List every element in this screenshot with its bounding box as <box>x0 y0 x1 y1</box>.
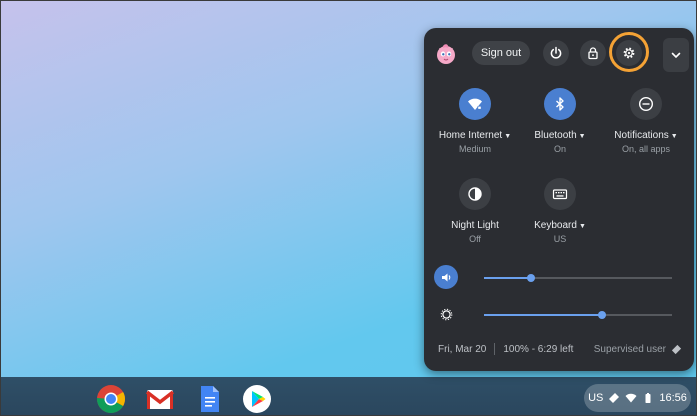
clock: 16:56 <box>659 392 687 404</box>
status-tray[interactable]: US 16:56 <box>584 384 691 412</box>
chevron-down-icon <box>671 52 681 59</box>
notifications-status: On, all apps <box>621 144 671 154</box>
brightness-slider-thumb[interactable] <box>598 311 607 319</box>
keyboard-toggle[interactable] <box>544 178 576 210</box>
sign-out-button[interactable]: Sign out <box>472 41 530 65</box>
keyboard-status: US <box>553 234 567 244</box>
battery-icon <box>645 393 651 403</box>
night-light-toggle[interactable] <box>459 178 491 210</box>
supervised-user-icon <box>671 344 682 354</box>
power-button[interactable] <box>543 40 569 66</box>
settings-highlight-ring <box>609 32 649 72</box>
power-icon <box>550 46 562 59</box>
caret-down-icon: ▼ <box>578 223 586 230</box>
tile-keyboard[interactable]: Keyboard ▼ US <box>515 178 605 244</box>
tile-network[interactable]: Home Internet ▼ Medium <box>430 88 520 154</box>
date-label[interactable]: Fri, Mar 20 <box>438 344 486 355</box>
lock-button[interactable] <box>580 40 606 66</box>
brightness-slider-fill <box>484 314 603 316</box>
mute-button[interactable] <box>434 265 458 289</box>
quick-settings-top-row: Sign out <box>424 28 694 78</box>
caret-down-icon: ▼ <box>670 133 678 140</box>
quick-settings-panel: Sign out Home Internet ▼ Medium Bluetoot… <box>424 28 694 371</box>
do-not-disturb-icon <box>638 96 654 112</box>
bluetooth-label: Bluetooth <box>534 130 577 141</box>
network-toggle[interactable] <box>459 88 491 120</box>
desktop-screen: US 16:56 Sign out Home Internet ▼ Medium… <box>0 0 697 416</box>
keyboard-icon <box>552 189 568 200</box>
network-label: Home Internet <box>438 130 503 141</box>
brightness-slider-row <box>434 302 684 328</box>
bluetooth-toggle[interactable] <box>544 88 576 120</box>
volume-slider-fill <box>484 277 531 279</box>
tile-notifications[interactable]: Notifications ▼ On, all apps <box>601 88 691 154</box>
wifi-icon <box>468 98 482 110</box>
tile-night-light[interactable]: Night Light Off <box>430 178 520 244</box>
brightness-icon <box>440 308 452 320</box>
keyboard-label: Keyboard <box>534 220 577 231</box>
play-store-app-icon[interactable] <box>242 384 272 414</box>
supervised-user-icon <box>609 393 620 403</box>
bluetooth-icon <box>556 97 564 111</box>
volume-slider[interactable] <box>484 274 672 282</box>
battery-status[interactable]: 100% - 6:29 left <box>503 344 573 355</box>
gmail-app-icon[interactable] <box>145 384 175 414</box>
notifications-toggle[interactable] <box>630 88 662 120</box>
user-avatar[interactable] <box>434 42 458 66</box>
volume-icon <box>441 273 450 281</box>
night-light-icon <box>468 187 482 201</box>
wifi-icon <box>625 393 637 403</box>
docs-app-icon[interactable] <box>194 384 224 414</box>
brightness-button <box>434 302 458 326</box>
ime-indicator: US <box>588 392 604 404</box>
volume-slider-row <box>434 265 684 291</box>
volume-slider-thumb[interactable] <box>527 274 535 282</box>
chrome-app-icon[interactable] <box>96 384 126 414</box>
tile-bluetooth[interactable]: Bluetooth ▼ On <box>515 88 605 154</box>
footer-divider <box>494 343 496 355</box>
brightness-slider[interactable] <box>484 311 672 319</box>
caret-down-icon: ▼ <box>504 133 512 140</box>
notifications-label: Notifications <box>614 130 669 141</box>
caret-down-icon: ▼ <box>578 133 586 140</box>
night-light-label: Night Light <box>451 220 499 231</box>
bluetooth-status: On <box>553 144 566 154</box>
network-status: Medium <box>458 144 491 154</box>
collapse-button[interactable] <box>663 38 689 72</box>
night-light-status: Off <box>469 234 481 244</box>
supervised-user-label: Supervised user <box>593 343 666 355</box>
lock-icon <box>588 47 598 60</box>
quick-settings-footer: Fri, Mar 20 100% - 6:29 left Supervised … <box>438 341 682 357</box>
